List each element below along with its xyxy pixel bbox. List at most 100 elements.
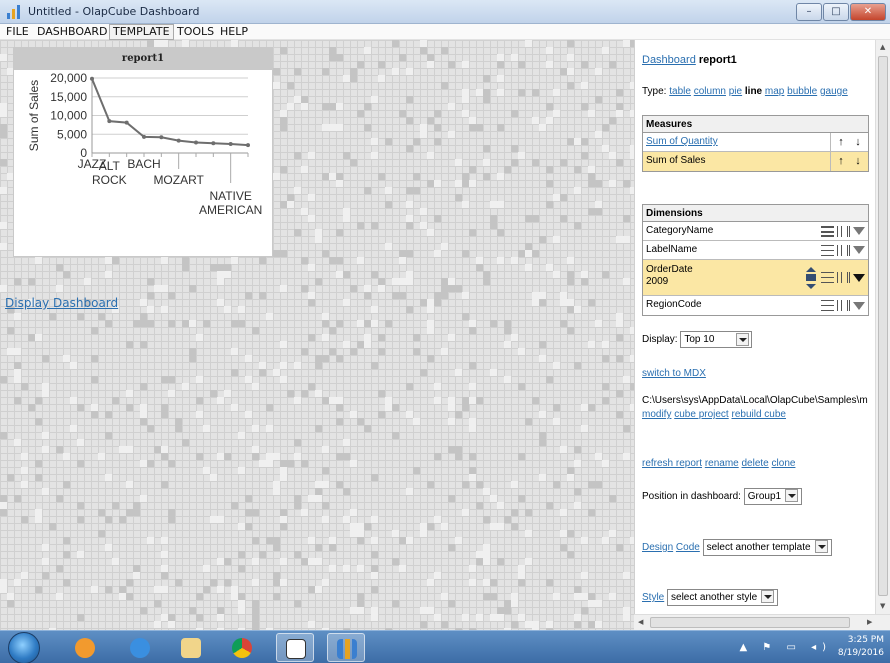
move-up-icon[interactable]: ↑ bbox=[833, 133, 850, 151]
dimension-row[interactable]: RegionCode bbox=[643, 296, 868, 315]
style-select[interactable]: select another style bbox=[667, 589, 779, 606]
cube-project-link[interactable]: cube project bbox=[674, 409, 728, 420]
type-column[interactable]: column bbox=[694, 86, 726, 97]
taskbar-app-browser[interactable] bbox=[121, 633, 159, 662]
refresh-report-link[interactable]: refresh report bbox=[642, 458, 702, 469]
position-select[interactable]: Group1 bbox=[743, 488, 803, 505]
canvas-grid-tile bbox=[532, 117, 539, 124]
breadcrumb: Dashboard report1 bbox=[642, 54, 737, 66]
type-pie[interactable]: pie bbox=[729, 86, 742, 97]
minimize-button[interactable]: – bbox=[796, 3, 822, 21]
measure-sum-of-quantity[interactable]: Sum of Quantity bbox=[646, 136, 718, 147]
dimension-row-selected[interactable]: OrderDate 2009 bbox=[643, 260, 868, 296]
filter-active-icon[interactable] bbox=[853, 273, 865, 282]
code-link[interactable]: Code bbox=[676, 542, 700, 553]
type-table[interactable]: table bbox=[669, 86, 691, 97]
type-map[interactable]: map bbox=[765, 86, 784, 97]
canvas-grid-tile bbox=[14, 397, 21, 404]
clone-link[interactable]: clone bbox=[772, 458, 796, 469]
canvas-grid-tile bbox=[532, 299, 539, 306]
style-link[interactable]: Style bbox=[642, 592, 664, 603]
filter-icon[interactable] bbox=[853, 246, 865, 254]
scroll-up-icon[interactable]: ▲ bbox=[880, 43, 885, 51]
rows-icon[interactable] bbox=[821, 225, 834, 237]
canvas-grid-tile bbox=[427, 152, 434, 159]
canvas-grid-tile bbox=[595, 96, 602, 103]
canvas-grid-tile bbox=[567, 530, 574, 537]
menu-dashboard[interactable]: DASHBOARD bbox=[34, 25, 111, 39]
canvas-grid-tile bbox=[35, 516, 42, 523]
canvas-grid-tile bbox=[371, 138, 378, 145]
vertical-scrollbar[interactable]: ▲ ▼ bbox=[875, 40, 890, 614]
rebuild-cube-link[interactable]: rebuild cube bbox=[732, 409, 786, 420]
template-select[interactable]: select another template bbox=[702, 539, 832, 556]
move-down-icon[interactable]: ↓ bbox=[850, 152, 867, 170]
horizontal-scroll-thumb[interactable] bbox=[650, 617, 850, 628]
modify-link[interactable]: modify bbox=[642, 409, 671, 420]
menu-help[interactable]: HELP bbox=[217, 25, 251, 39]
filter-icon[interactable] bbox=[853, 301, 865, 310]
scroll-left-icon[interactable]: ◀ bbox=[638, 618, 643, 626]
canvas-grid-tile bbox=[357, 222, 364, 229]
taskbar-app-axis[interactable] bbox=[276, 633, 314, 662]
canvas-grid-tile bbox=[546, 201, 553, 208]
rename-link[interactable]: rename bbox=[705, 458, 739, 469]
rows-icon[interactable] bbox=[821, 244, 834, 256]
dashboard-link[interactable]: Dashboard bbox=[642, 54, 696, 66]
filter-icon[interactable] bbox=[853, 227, 865, 235]
data-point bbox=[176, 138, 181, 143]
display-select[interactable]: Top 10 bbox=[680, 331, 753, 348]
type-gauge[interactable]: gauge bbox=[820, 86, 848, 97]
menu-template[interactable]: TEMPLATE bbox=[109, 24, 174, 40]
dashboard-canvas[interactable]: report1 20,000 15,000 10,000 5,000 0 Sum of S… bbox=[0, 40, 634, 630]
horizontal-scrollbar[interactable]: ◀ ▶ bbox=[634, 614, 890, 630]
delete-link[interactable]: delete bbox=[742, 458, 769, 469]
taskbar-app-media[interactable] bbox=[66, 633, 104, 662]
canvas-grid-tile bbox=[224, 264, 231, 271]
type-bubble[interactable]: bubble bbox=[787, 86, 817, 97]
rows-icon[interactable] bbox=[821, 300, 834, 311]
dimension-row[interactable]: CategoryName bbox=[643, 222, 868, 241]
move-down-icon[interactable]: ↓ bbox=[850, 133, 867, 151]
vertical-scroll-thumb[interactable] bbox=[878, 56, 888, 596]
taskbar-app-chrome[interactable] bbox=[223, 633, 261, 662]
columns-icon[interactable] bbox=[837, 225, 850, 237]
display-dashboard-link[interactable]: Display Dashboard bbox=[5, 296, 118, 310]
switch-to-mdx-link[interactable]: switch to MDX bbox=[642, 368, 706, 379]
canvas-grid-tile bbox=[357, 530, 364, 537]
menu-file[interactable]: FILE bbox=[3, 25, 32, 39]
design-link[interactable]: Design bbox=[642, 542, 673, 553]
canvas-grid-tile bbox=[0, 103, 7, 110]
reorder-icon[interactable] bbox=[806, 266, 816, 289]
scroll-right-icon[interactable]: ▶ bbox=[867, 618, 872, 626]
rows-icon[interactable] bbox=[821, 272, 834, 283]
taskbar-app-olapcube[interactable] bbox=[327, 633, 365, 662]
close-button[interactable]: ✕ bbox=[850, 3, 886, 21]
report-widget[interactable]: report1 20,000 15,000 10,000 5,000 0 Sum of S… bbox=[13, 47, 273, 257]
canvas-grid-tile bbox=[567, 54, 574, 61]
menu-tools[interactable]: TOOLS bbox=[174, 25, 217, 39]
canvas-grid-tile bbox=[308, 152, 315, 159]
columns-icon[interactable] bbox=[837, 272, 850, 283]
canvas-grid-tile bbox=[427, 481, 434, 488]
canvas-grid-tile bbox=[560, 446, 567, 453]
measure-row[interactable]: Sum of Quantity ↑ ↓ bbox=[643, 133, 868, 152]
x-tick-label: ROCK bbox=[92, 173, 127, 187]
columns-icon[interactable] bbox=[837, 244, 850, 256]
maximize-button[interactable]: □ bbox=[823, 3, 849, 21]
canvas-grid-tile bbox=[14, 376, 21, 383]
canvas-grid-tile bbox=[462, 404, 469, 411]
move-up-icon[interactable]: ↑ bbox=[833, 152, 850, 170]
dimension-row[interactable]: LabelName bbox=[643, 241, 868, 260]
measure-row-selected[interactable]: Sum of Sales ↑ ↓ bbox=[643, 152, 868, 171]
tray-clock[interactable]: 3:25 PM 8/19/2016 bbox=[838, 634, 884, 660]
tray-icons[interactable]: ▲ ⚑ ▭ ◂) bbox=[739, 642, 832, 653]
scroll-down-icon[interactable]: ▼ bbox=[880, 602, 885, 610]
data-point bbox=[107, 119, 112, 124]
columns-icon[interactable] bbox=[837, 300, 850, 311]
start-button[interactable] bbox=[8, 632, 40, 663]
y-tick-label: 5,000 bbox=[57, 127, 87, 141]
taskbar-app-explorer[interactable] bbox=[172, 633, 210, 662]
canvas-grid-tile bbox=[364, 341, 371, 348]
canvas-grid-tile bbox=[203, 565, 210, 572]
